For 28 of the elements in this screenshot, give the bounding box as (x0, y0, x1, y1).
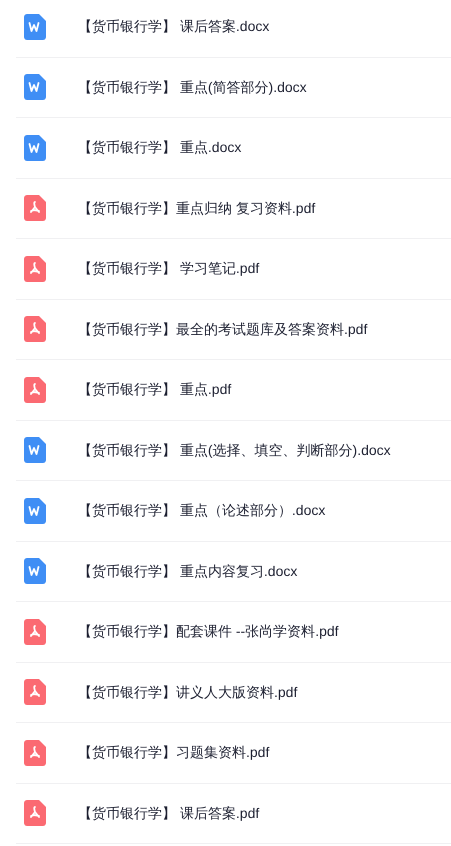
file-name[interactable]: 【货币银行学】 重点内容复习.docx (78, 560, 298, 582)
file-name[interactable]: 【货币银行学】习题集资料.pdf (78, 742, 270, 764)
file-name[interactable]: 【货币银行学】 课后答案.pdf (78, 802, 260, 824)
file-name[interactable]: 【货币银行学】 重点(简答部分).docx (78, 76, 307, 98)
file-name[interactable]: 【货币银行学】最全的考试题库及答案资料.pdf (78, 318, 368, 340)
file-name[interactable]: 【货币银行学】 重点.docx (78, 137, 242, 158)
file-name[interactable]: 【货币银行学】 重点.pdf (78, 379, 232, 400)
file-name[interactable]: 【货币银行学】 重点(选择、填空、判断部分).docx (78, 440, 391, 461)
file-name[interactable]: 【货币银行学】 重点（论述部分）.docx (78, 500, 326, 522)
pdf-document-icon (24, 740, 46, 766)
word-document-icon (24, 134, 46, 161)
word-document-icon (24, 558, 46, 584)
file-name[interactable]: 【货币银行学】 学习笔记.pdf (78, 258, 260, 280)
pdf-document-icon (24, 679, 46, 706)
pdf-document-icon (24, 376, 46, 403)
pdf-document-icon (24, 195, 46, 222)
pdf-document-icon (24, 316, 46, 342)
pdf-document-icon (24, 618, 46, 645)
file-name[interactable]: 【货币银行学】讲义人大版资料.pdf (78, 682, 298, 703)
file-name[interactable]: 【货币银行学】配套课件 --张尚学资料.pdf (78, 621, 339, 642)
word-document-icon (24, 14, 46, 40)
word-document-icon (24, 498, 46, 524)
word-document-icon (24, 74, 46, 100)
pdf-document-icon (24, 800, 46, 826)
file-name[interactable]: 【货币银行学】重点归纳 复习资料.pdf (78, 198, 316, 219)
file-name[interactable]: 【货币银行学】 课后答案.docx (78, 16, 270, 38)
pdf-document-icon (24, 256, 46, 282)
word-document-icon (24, 437, 46, 464)
